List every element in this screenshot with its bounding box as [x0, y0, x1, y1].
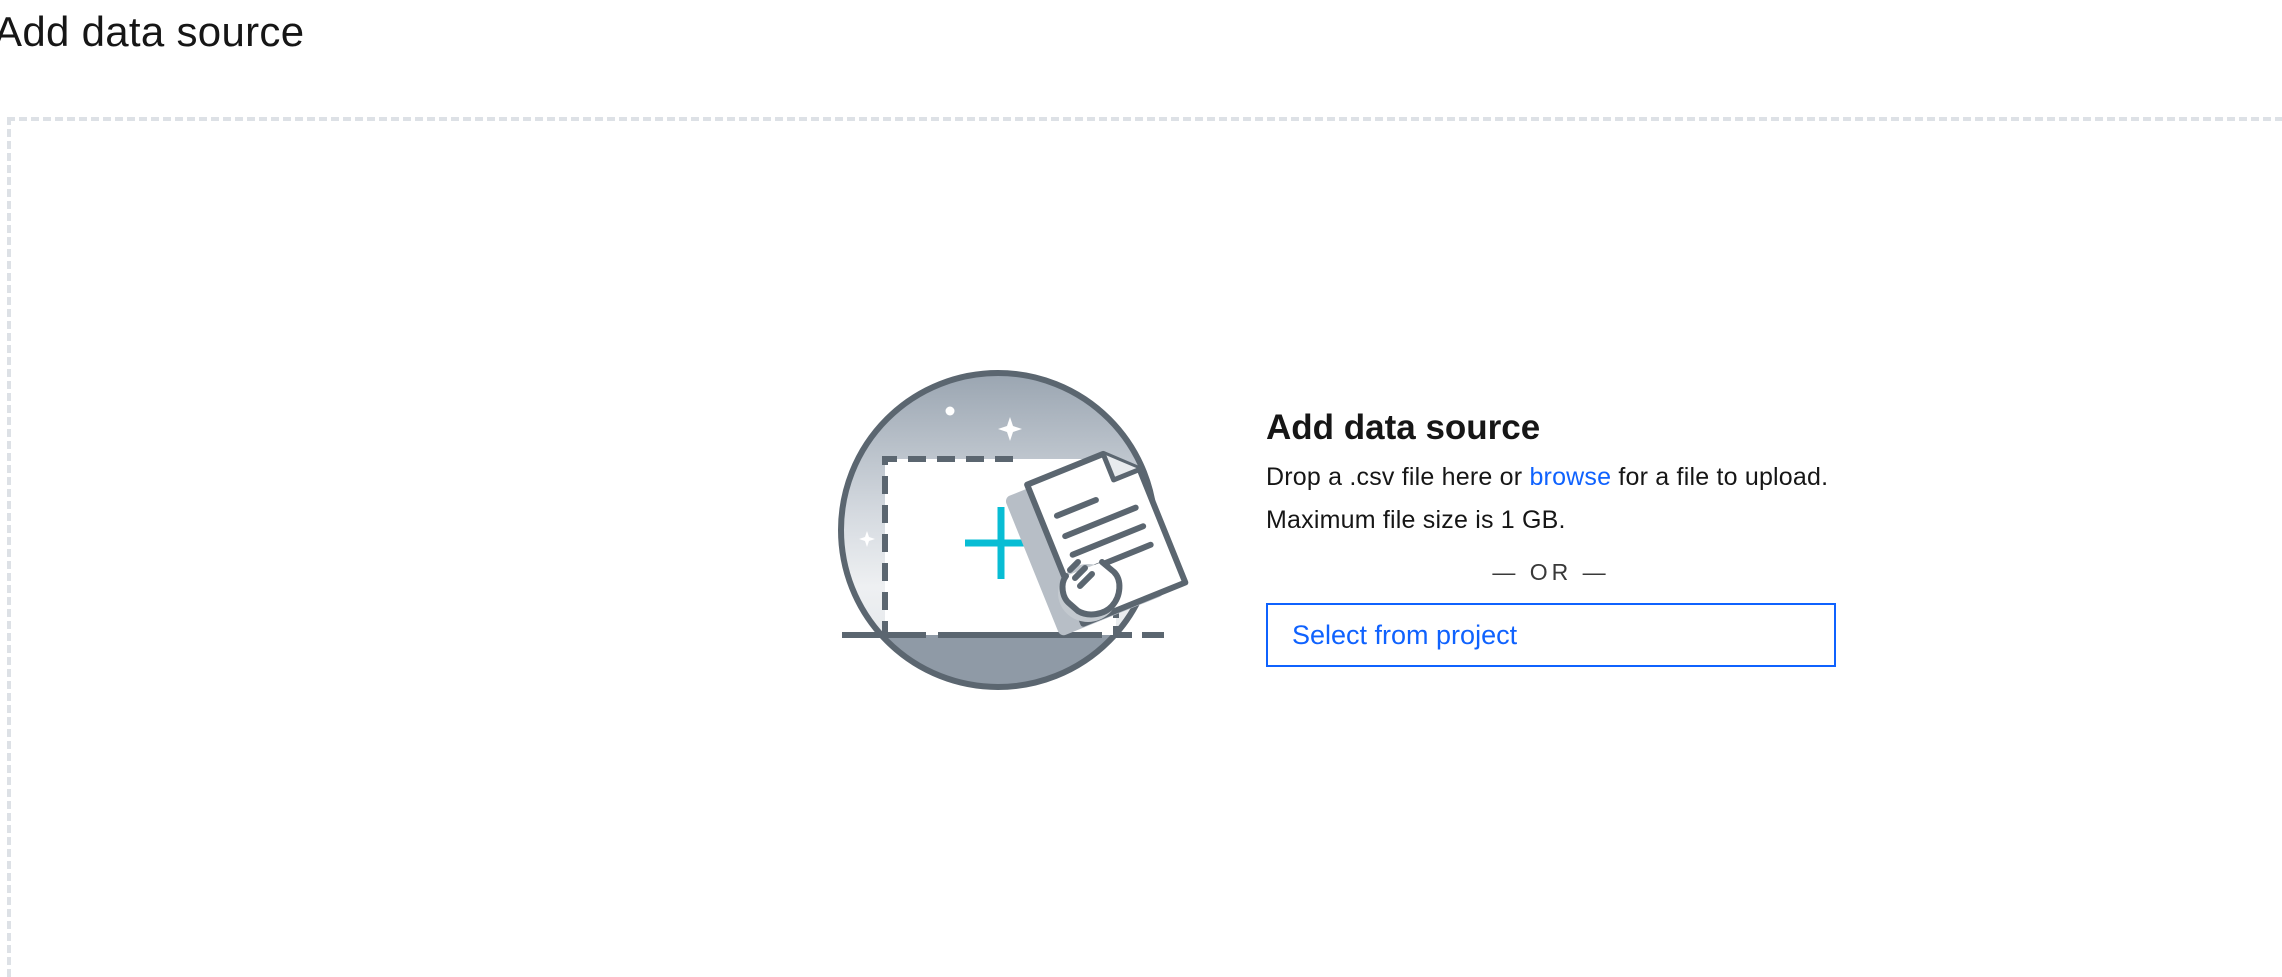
- description-text-start: Drop a .csv file here or: [1266, 463, 1530, 491]
- dropzone-heading: Add data source: [1266, 408, 1541, 447]
- upload-file-icon: [838, 366, 1190, 696]
- dropzone-content: Add data source Drop a .csv file here or…: [1266, 404, 1836, 667]
- dropzone-description: Drop a .csv file here or browse for a fi…: [1266, 456, 1836, 542]
- or-divider: — OR —: [1492, 559, 1610, 585]
- select-from-project-button[interactable]: Select from project: [1266, 603, 1836, 667]
- page-title: Add data source: [0, 8, 305, 55]
- browse-link[interactable]: browse: [1529, 463, 1611, 491]
